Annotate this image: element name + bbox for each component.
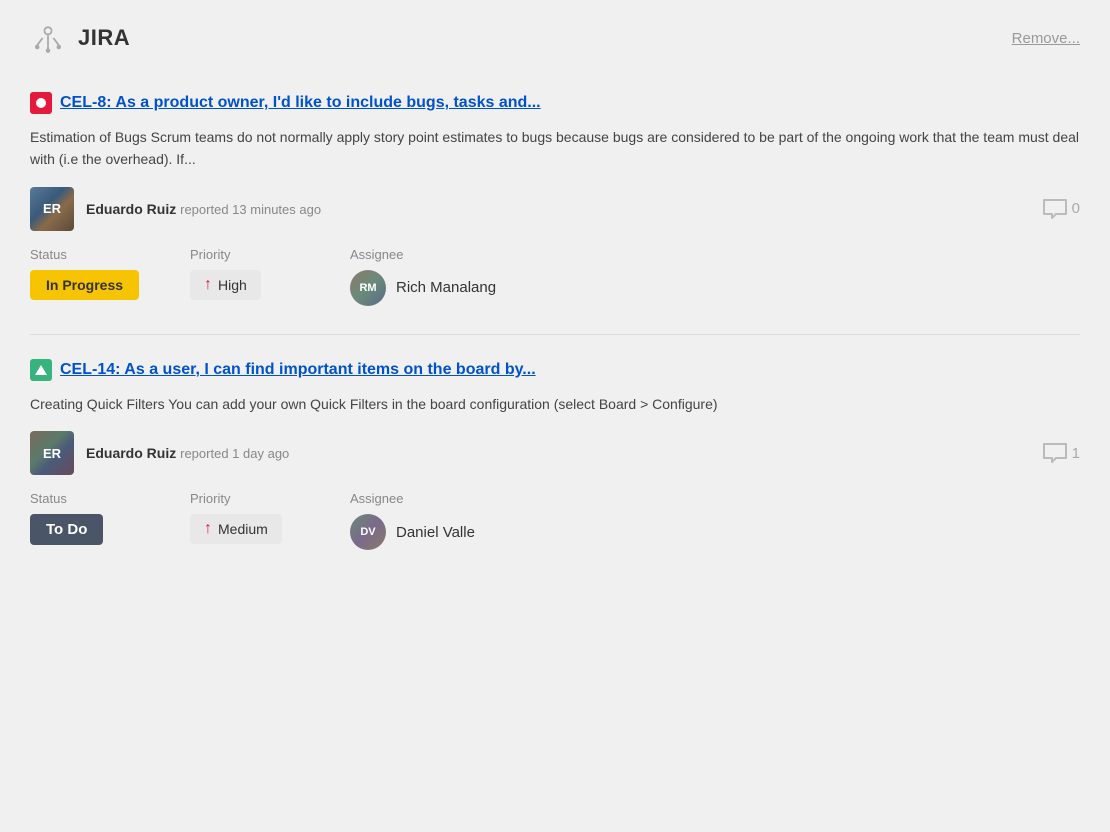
issue-2-reporter-row: Eduardo Ruiz reported 1 day ago 1 [30, 431, 1080, 475]
issue-2-status-col: Status To Do [30, 491, 190, 545]
issue-2-priority-col: Priority ↑ Medium [190, 491, 350, 544]
issue-2-status-badge: To Do [30, 514, 103, 545]
assignee-label-2: Assignee [350, 491, 475, 506]
issue-1-assignee-info: Rich Manalang [350, 270, 496, 306]
issue-1-meta-row: Status In Progress Priority ↑ High Assig… [30, 247, 1080, 306]
comment-icon [1042, 198, 1068, 220]
issue-2-meta-row: Status To Do Priority ↑ Medium Assignee … [30, 491, 1080, 550]
issue-2-comment-bubble: 1 [1042, 442, 1080, 464]
issue-2-reporter-info: Eduardo Ruiz reported 1 day ago [30, 431, 289, 475]
issue-1-priority-badge: ↑ High [190, 270, 261, 300]
issue-1-comment-bubble: 0 [1042, 198, 1080, 220]
issue-1-status-badge: In Progress [30, 270, 139, 300]
issue-1-description: Estimation of Bugs Scrum teams do not no… [30, 126, 1080, 171]
priority-arrow-up-icon: ↑ [204, 276, 212, 294]
issue-title-row-1: CEL-8: As a product owner, I'd like to i… [30, 92, 1080, 114]
status-label-2: Status [30, 491, 190, 506]
issue-1-comment-count: 0 [1072, 200, 1080, 217]
issue-2-priority-badge: ↑ Medium [190, 514, 282, 544]
assignee-label-1: Assignee [350, 247, 496, 262]
issue-2-comment-count: 1 [1072, 445, 1080, 462]
issue-1-assignee-name: Rich Manalang [396, 279, 496, 296]
issue-2-assignee-name: Daniel Valle [396, 524, 475, 541]
issue-card-2: CEL-14: As a user, I can find important … [30, 343, 1080, 570]
comment-icon-2 [1042, 442, 1068, 464]
issue-2-reporter-name: Eduardo Ruiz [86, 445, 176, 461]
status-label-1: Status [30, 247, 190, 262]
issue-1-reporter-avatar [30, 187, 74, 231]
issue-card-1: CEL-8: As a product owner, I'd like to i… [30, 76, 1080, 326]
remove-button[interactable]: Remove... [1012, 30, 1080, 47]
issue-title-row-2: CEL-14: As a user, I can find important … [30, 359, 1080, 381]
priority-arrow-up-icon-2: ↑ [204, 520, 212, 538]
issue-1-reporter-name: Eduardo Ruiz [86, 201, 176, 217]
priority-label-1: Priority [190, 247, 350, 262]
issue-2-reporter-text: Eduardo Ruiz reported 1 day ago [86, 445, 289, 461]
app-title: JIRA [78, 25, 130, 51]
bug-type-icon [30, 92, 52, 114]
issue-1-status-col: Status In Progress [30, 247, 190, 300]
issue-1-priority-col: Priority ↑ High [190, 247, 350, 300]
issue-1-assignee-col: Assignee Rich Manalang [350, 247, 496, 306]
issue-2-title-link[interactable]: CEL-14: As a user, I can find important … [60, 361, 536, 379]
issue-1-reporter-row: Eduardo Ruiz reported 13 minutes ago 0 [30, 187, 1080, 231]
issue-1-reporter-text: Eduardo Ruiz reported 13 minutes ago [86, 201, 321, 217]
story-type-icon [30, 359, 52, 381]
issue-2-assignee-col: Assignee Daniel Valle [350, 491, 475, 550]
issue-1-reporter-info: Eduardo Ruiz reported 13 minutes ago [30, 187, 321, 231]
divider-1 [30, 334, 1080, 335]
priority-label-2: Priority [190, 491, 350, 506]
jira-logo-icon [30, 20, 66, 56]
issue-1-title-link[interactable]: CEL-8: As a product owner, I'd like to i… [60, 94, 541, 112]
issue-2-assignee-avatar [350, 514, 386, 550]
issue-2-reporter-action: reported 1 day ago [180, 446, 289, 461]
issue-2-reporter-avatar [30, 431, 74, 475]
issue-2-assignee-info: Daniel Valle [350, 514, 475, 550]
main-container: JIRA Remove... CEL-8: As a product owner… [0, 0, 1110, 596]
header-left: JIRA [30, 20, 130, 56]
issue-2-description: Creating Quick Filters You can add your … [30, 393, 1080, 415]
header: JIRA Remove... [30, 20, 1080, 56]
issue-1-assignee-avatar [350, 270, 386, 306]
issue-1-reporter-action: reported 13 minutes ago [180, 202, 321, 217]
